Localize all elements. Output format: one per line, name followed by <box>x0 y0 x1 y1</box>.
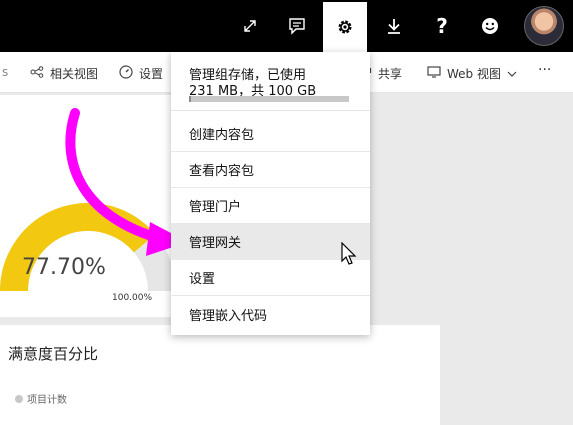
storage-progress-bar <box>189 96 349 102</box>
menu-item-manage-embed-codes[interactable]: 管理嵌入代码 <box>171 296 370 332</box>
storage-progress-fill <box>189 96 191 102</box>
storage-section[interactable]: 管理组存储，已使用 231 MB，共 100 GB <box>171 52 370 111</box>
menu-item-create-content-pack[interactable]: 创建内容包 <box>171 116 370 152</box>
menu-item-view-content-pack[interactable]: 查看内容包 <box>171 152 370 188</box>
menu-item-admin-portal[interactable]: 管理门户 <box>171 188 370 224</box>
app-frame: ? s 相关视图 设置 共享 Web 视图 ··· 77.70% 100.00%… <box>0 0 573 425</box>
mouse-pointer-icon <box>341 242 357 265</box>
settings-dropdown-menu: 管理组存储，已使用 231 MB，共 100 GB 创建内容包 查看内容包 管理… <box>171 52 370 335</box>
